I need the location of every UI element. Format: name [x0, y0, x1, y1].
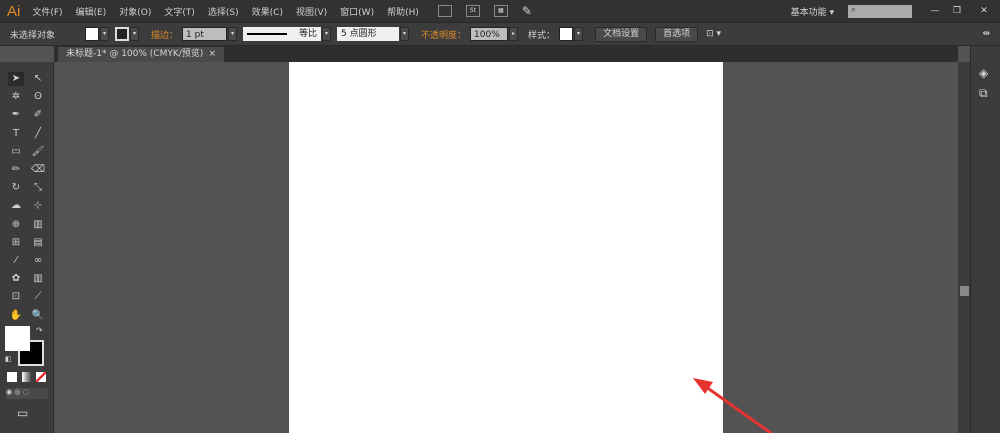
annotation-arrow — [693, 378, 774, 433]
